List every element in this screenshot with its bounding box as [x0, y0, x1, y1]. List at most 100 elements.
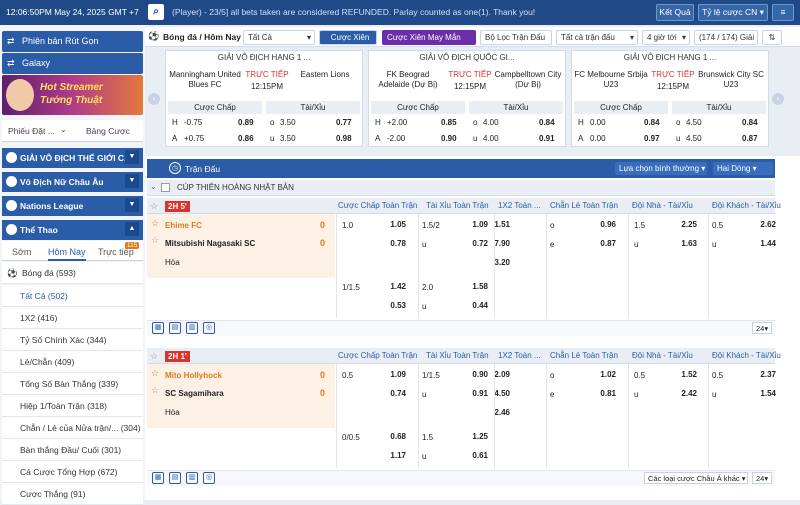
- live-stream-icon[interactable]: ◎: [203, 322, 215, 334]
- sidebar-market-item[interactable]: Tất Cả (502): [2, 285, 143, 307]
- odds-value[interactable]: 2.09: [480, 370, 510, 379]
- tab-early[interactable]: Sớm: [12, 247, 31, 257]
- sidebar-market-item[interactable]: Hiệp 1/Toàn Trận (318): [2, 395, 143, 417]
- odds-value[interactable]: 4.50: [480, 389, 510, 398]
- odds-value[interactable]: 2.62: [746, 220, 776, 229]
- search-icon[interactable]: ⌕: [148, 4, 164, 20]
- live-match-card[interactable]: GIẢI VÔ ĐỊCH HẠNG 1 ... FC Melbourne Srbi…: [571, 50, 769, 147]
- card-odds-cell[interactable]: 0.98: [336, 132, 352, 146]
- results-button[interactable]: Kết Quả: [656, 4, 694, 21]
- odds-value[interactable]: 0.53: [376, 301, 406, 310]
- odds-value[interactable]: 0.44: [458, 301, 488, 310]
- match-filter-select[interactable]: Bộ Lọc Trận Đấu▾: [480, 30, 552, 55]
- sidebar-market-item[interactable]: Cá Cược Tổng Hợp (672): [2, 461, 143, 483]
- per-page-select[interactable]: 24▾: [752, 472, 772, 484]
- sidebar-league-1[interactable]: GIẢI VÔ ĐỊCH THẾ GIỚI C... ▼: [2, 148, 143, 168]
- sport-football[interactable]: ⚽ Bóng đá (593): [2, 262, 143, 284]
- card-odds-cell[interactable]: 0.89: [238, 116, 254, 130]
- card-odds-cell[interactable]: 0.86: [238, 132, 254, 146]
- sidebar-market-item[interactable]: Lẻ/Chẵn (409): [2, 351, 143, 373]
- live-match-card[interactable]: GIẢI VÔ ĐỊCH HẠNG 1 ... Manningham United…: [165, 50, 363, 147]
- compact-version-button[interactable]: ⇄ Phiên bản Rút Gọn: [2, 31, 143, 52]
- sidebar-market-item[interactable]: Tổng Số Bàn Thắng (339): [2, 373, 143, 395]
- chart-icon[interactable]: ▥: [186, 472, 198, 484]
- sidebar-market-item[interactable]: Bàn thắng Đầu/ Cuối (301): [2, 439, 143, 461]
- odds-value[interactable]: 1.58: [458, 282, 488, 291]
- hot-streamer-banner[interactable]: Hot Streamer Tướng Thuật: [2, 75, 143, 115]
- odds-value[interactable]: 2.42: [667, 389, 697, 398]
- tab-today[interactable]: Hôm Nay: [48, 247, 86, 261]
- card-odds-cell[interactable]: 0.97: [644, 132, 660, 146]
- list-icon[interactable]: ▤: [169, 322, 181, 334]
- sidebar-league-3[interactable]: Nations League ▼: [2, 196, 143, 216]
- odds-value[interactable]: 7.90: [480, 239, 510, 248]
- stats-icon[interactable]: ▦: [152, 472, 164, 484]
- star-icon[interactable]: ☆: [150, 198, 158, 214]
- card-odds-cell[interactable]: 0.84: [539, 116, 555, 130]
- card-odds-cell[interactable]: 0.91: [539, 132, 555, 146]
- odds-value[interactable]: 0.74: [376, 389, 406, 398]
- chevron-down-icon[interactable]: ▼: [125, 198, 139, 212]
- parlay-button[interactable]: Cược Xiên: [319, 30, 377, 45]
- per-page-select[interactable]: 24▾: [752, 322, 772, 334]
- card-odds-cell[interactable]: 0.87: [742, 132, 758, 146]
- sidebar-sports[interactable]: Thể Thao ▲: [2, 220, 143, 240]
- odds-value[interactable]: 1.63: [667, 239, 697, 248]
- other-markets-select[interactable]: Các loại cược Châu Á khác ▾: [644, 472, 748, 484]
- odds-value[interactable]: 0.61: [458, 451, 488, 460]
- odds-value[interactable]: 1.44: [746, 239, 776, 248]
- star-icon[interactable]: ☆: [151, 385, 159, 396]
- odds-value[interactable]: 0.68: [376, 432, 406, 441]
- tab-bet-slip[interactable]: Phiếu Đặt ...: [8, 126, 55, 136]
- league-header[interactable]: ⌄ CÚP THIÊN HOÀNG NHẬT BẢN: [147, 180, 775, 196]
- sidebar-market-item[interactable]: 1X2 (416): [2, 307, 143, 329]
- stats-icon[interactable]: ▦: [152, 322, 164, 334]
- live-match-card[interactable]: GIẢI VÔ ĐỊCH QUỐC GI... FK Beograd Adelai…: [368, 50, 566, 147]
- card-odds-cell[interactable]: 0.77: [336, 116, 352, 130]
- odds-value[interactable]: 1.51: [480, 220, 510, 229]
- sidebar-market-item[interactable]: Chẵn / Lẻ của Nửa trận/... (304): [2, 417, 143, 439]
- tab-bet-list[interactable]: Bảng Cược: [86, 126, 130, 136]
- odds-value[interactable]: 1.09: [376, 370, 406, 379]
- chevron-down-icon[interactable]: ▼: [125, 150, 139, 164]
- card-odds-cell[interactable]: 0.84: [644, 116, 660, 130]
- chart-icon[interactable]: ▥: [186, 322, 198, 334]
- chevron-up-icon[interactable]: ▲: [125, 222, 139, 236]
- sidebar-market-item[interactable]: Cược Thắng (91): [2, 483, 143, 505]
- star-icon[interactable]: ☆: [150, 348, 158, 364]
- list-icon[interactable]: ▤: [169, 472, 181, 484]
- chevron-down-icon[interactable]: ▼: [125, 174, 139, 188]
- odds-type-select[interactable]: Tỷ lệ cược CN ▾: [698, 4, 768, 21]
- lucky-parlay-button[interactable]: Cược Xiên May Mắn: [382, 30, 476, 45]
- odds-value[interactable]: 1.02: [586, 370, 616, 379]
- odds-value[interactable]: 0.78: [376, 239, 406, 248]
- chevron-right-icon[interactable]: ›: [772, 93, 784, 105]
- view-mode-select[interactable]: Hai Dòng ▾: [713, 162, 773, 175]
- star-icon[interactable]: ☆: [151, 218, 159, 229]
- chevron-down-icon[interactable]: ⌄: [60, 125, 67, 134]
- odds-value[interactable]: 1.05: [376, 220, 406, 229]
- odds-value[interactable]: 2.25: [667, 220, 697, 229]
- card-odds-cell[interactable]: 0.90: [441, 132, 457, 146]
- sort-mode-select[interactable]: Lựa chọn bình thường ▾: [615, 162, 707, 175]
- all-matches-select[interactable]: Tất cả trận đấu ▾: [556, 30, 638, 45]
- odds-value[interactable]: 0.81: [586, 389, 616, 398]
- odds-value[interactable]: 0.96: [586, 220, 616, 229]
- live-stream-icon[interactable]: ◎: [203, 472, 215, 484]
- odds-value[interactable]: 1.54: [746, 389, 776, 398]
- sort-icon[interactable]: ⇅: [762, 30, 782, 45]
- card-odds-cell[interactable]: 0.85: [441, 116, 457, 130]
- menu-icon[interactable]: ≡: [772, 4, 794, 21]
- odds-value[interactable]: 0.87: [586, 239, 616, 248]
- time-range-select[interactable]: 4 giờ tới ▾: [642, 30, 690, 45]
- galaxy-button[interactable]: ⇄ Galaxy: [2, 53, 143, 74]
- sidebar-market-item[interactable]: Tỷ Số Chính Xác (344): [2, 329, 143, 351]
- market-filter-select[interactable]: Tất Cả ▾: [243, 30, 315, 45]
- sidebar-league-2[interactable]: Vô Địch Nữ Châu Âu ▼: [2, 172, 143, 192]
- odds-draw[interactable]: 2.46: [480, 408, 510, 417]
- odds-value[interactable]: 1.42: [376, 282, 406, 291]
- odds-value[interactable]: 1.25: [458, 432, 488, 441]
- odds-draw[interactable]: 3.20: [480, 258, 510, 267]
- chevron-left-icon[interactable]: ‹: [148, 93, 160, 105]
- odds-value[interactable]: 2.37: [746, 370, 776, 379]
